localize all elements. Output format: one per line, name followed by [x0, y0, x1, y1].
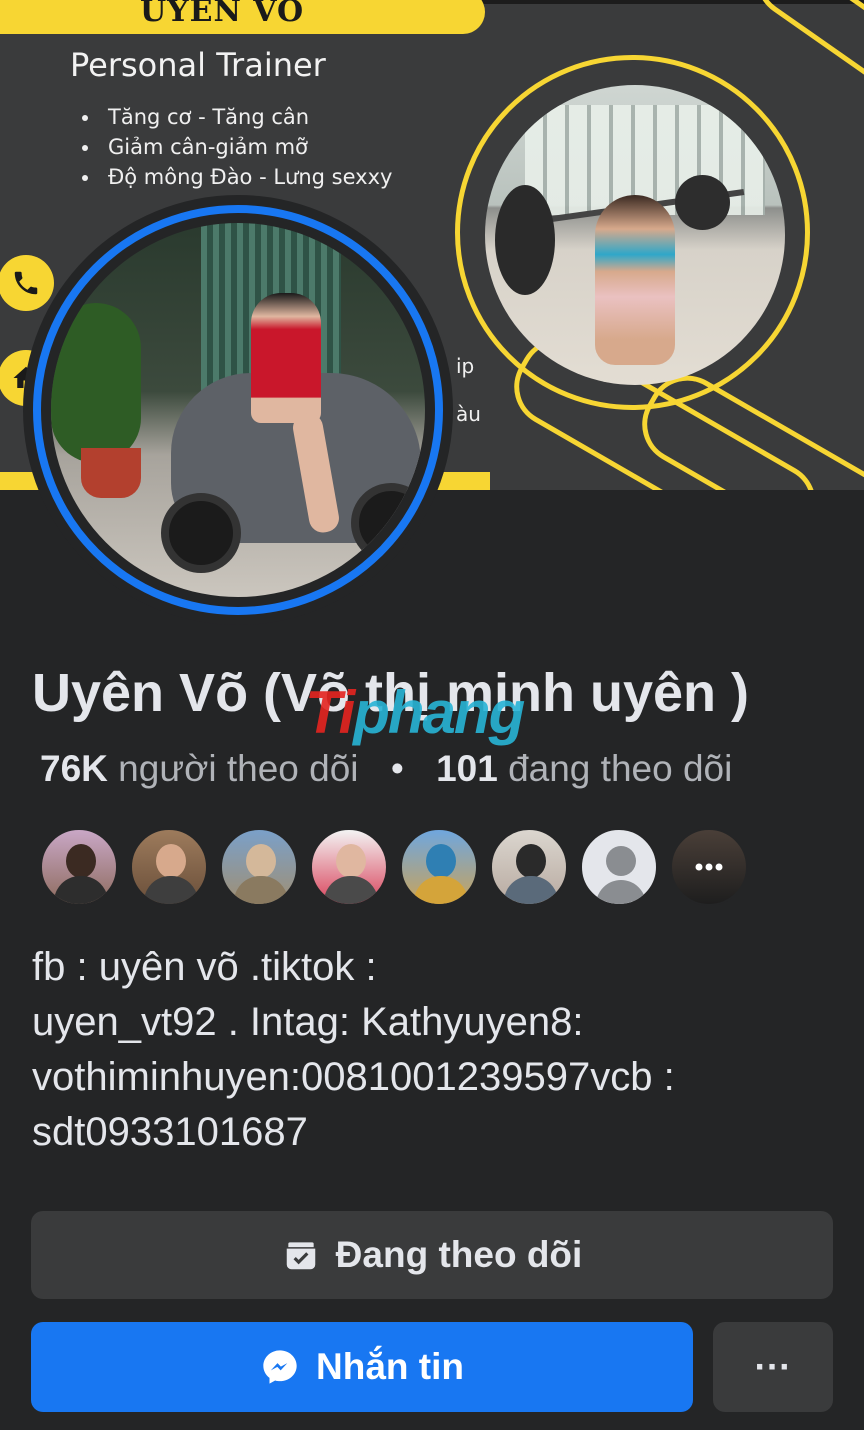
cover-side-text: ip	[456, 354, 475, 378]
friend-avatar-more[interactable]	[670, 828, 748, 906]
cover-name: UYÊN VÕ	[140, 0, 305, 29]
friend-avatar[interactable]	[490, 828, 568, 906]
following-button-label: Đang theo dõi	[335, 1234, 583, 1275]
more-dots-icon	[695, 863, 723, 871]
mutual-friends-row	[40, 828, 748, 906]
more-options-icon: ···	[754, 1346, 792, 1387]
profile-bio: fb : uyên võ .tiktok : uyen_vt92 . Intag…	[32, 945, 675, 1154]
following-count[interactable]: 101	[436, 748, 498, 789]
follow-stats: 76K người theo dõi • 101 đang theo dõi	[40, 748, 732, 790]
friend-avatar[interactable]	[40, 828, 118, 906]
watermark-part: Ti	[305, 679, 355, 746]
watermark-part: phang	[353, 679, 525, 746]
friend-avatar[interactable]	[220, 828, 298, 906]
avatar-photo	[51, 223, 425, 597]
default-user-icon	[606, 846, 636, 876]
more-options-button[interactable]: ···	[713, 1322, 833, 1412]
stats-separator: •	[390, 748, 404, 789]
friend-avatar[interactable]	[130, 828, 208, 906]
followers-count[interactable]: 76K	[40, 748, 108, 789]
message-button[interactable]: Nhắn tin	[31, 1322, 693, 1412]
profile-avatar[interactable]	[23, 195, 453, 625]
messenger-icon	[263, 1350, 297, 1384]
phone-icon	[0, 255, 54, 311]
friend-avatar[interactable]	[400, 828, 478, 906]
message-button-label: Nhắn tin	[316, 1346, 464, 1387]
cover-bullet-list: Tăng cơ - Tăng cân Giảm cân-giảm mỡ Độ m…	[78, 102, 392, 192]
following-icon	[286, 1242, 315, 1270]
friend-avatar[interactable]	[310, 828, 388, 906]
watermark: Tiphang	[305, 678, 525, 747]
cover-bullet: Giảm cân-giảm mỡ	[78, 132, 392, 162]
cover-bullet: Tăng cơ - Tăng cân	[78, 102, 392, 132]
cover-side-text: àu	[456, 402, 481, 426]
following-button[interactable]: Đang theo dõi	[31, 1211, 833, 1299]
friend-avatar-placeholder[interactable]	[580, 828, 658, 906]
cover-bullet: Độ mông Đào - Lưng sexxy	[78, 162, 392, 192]
followers-label[interactable]: người theo dõi	[118, 748, 358, 789]
cover-subtitle: Personal Trainer	[70, 46, 326, 84]
following-label[interactable]: đang theo dõi	[508, 748, 732, 789]
cover-gym-photo	[485, 85, 785, 385]
